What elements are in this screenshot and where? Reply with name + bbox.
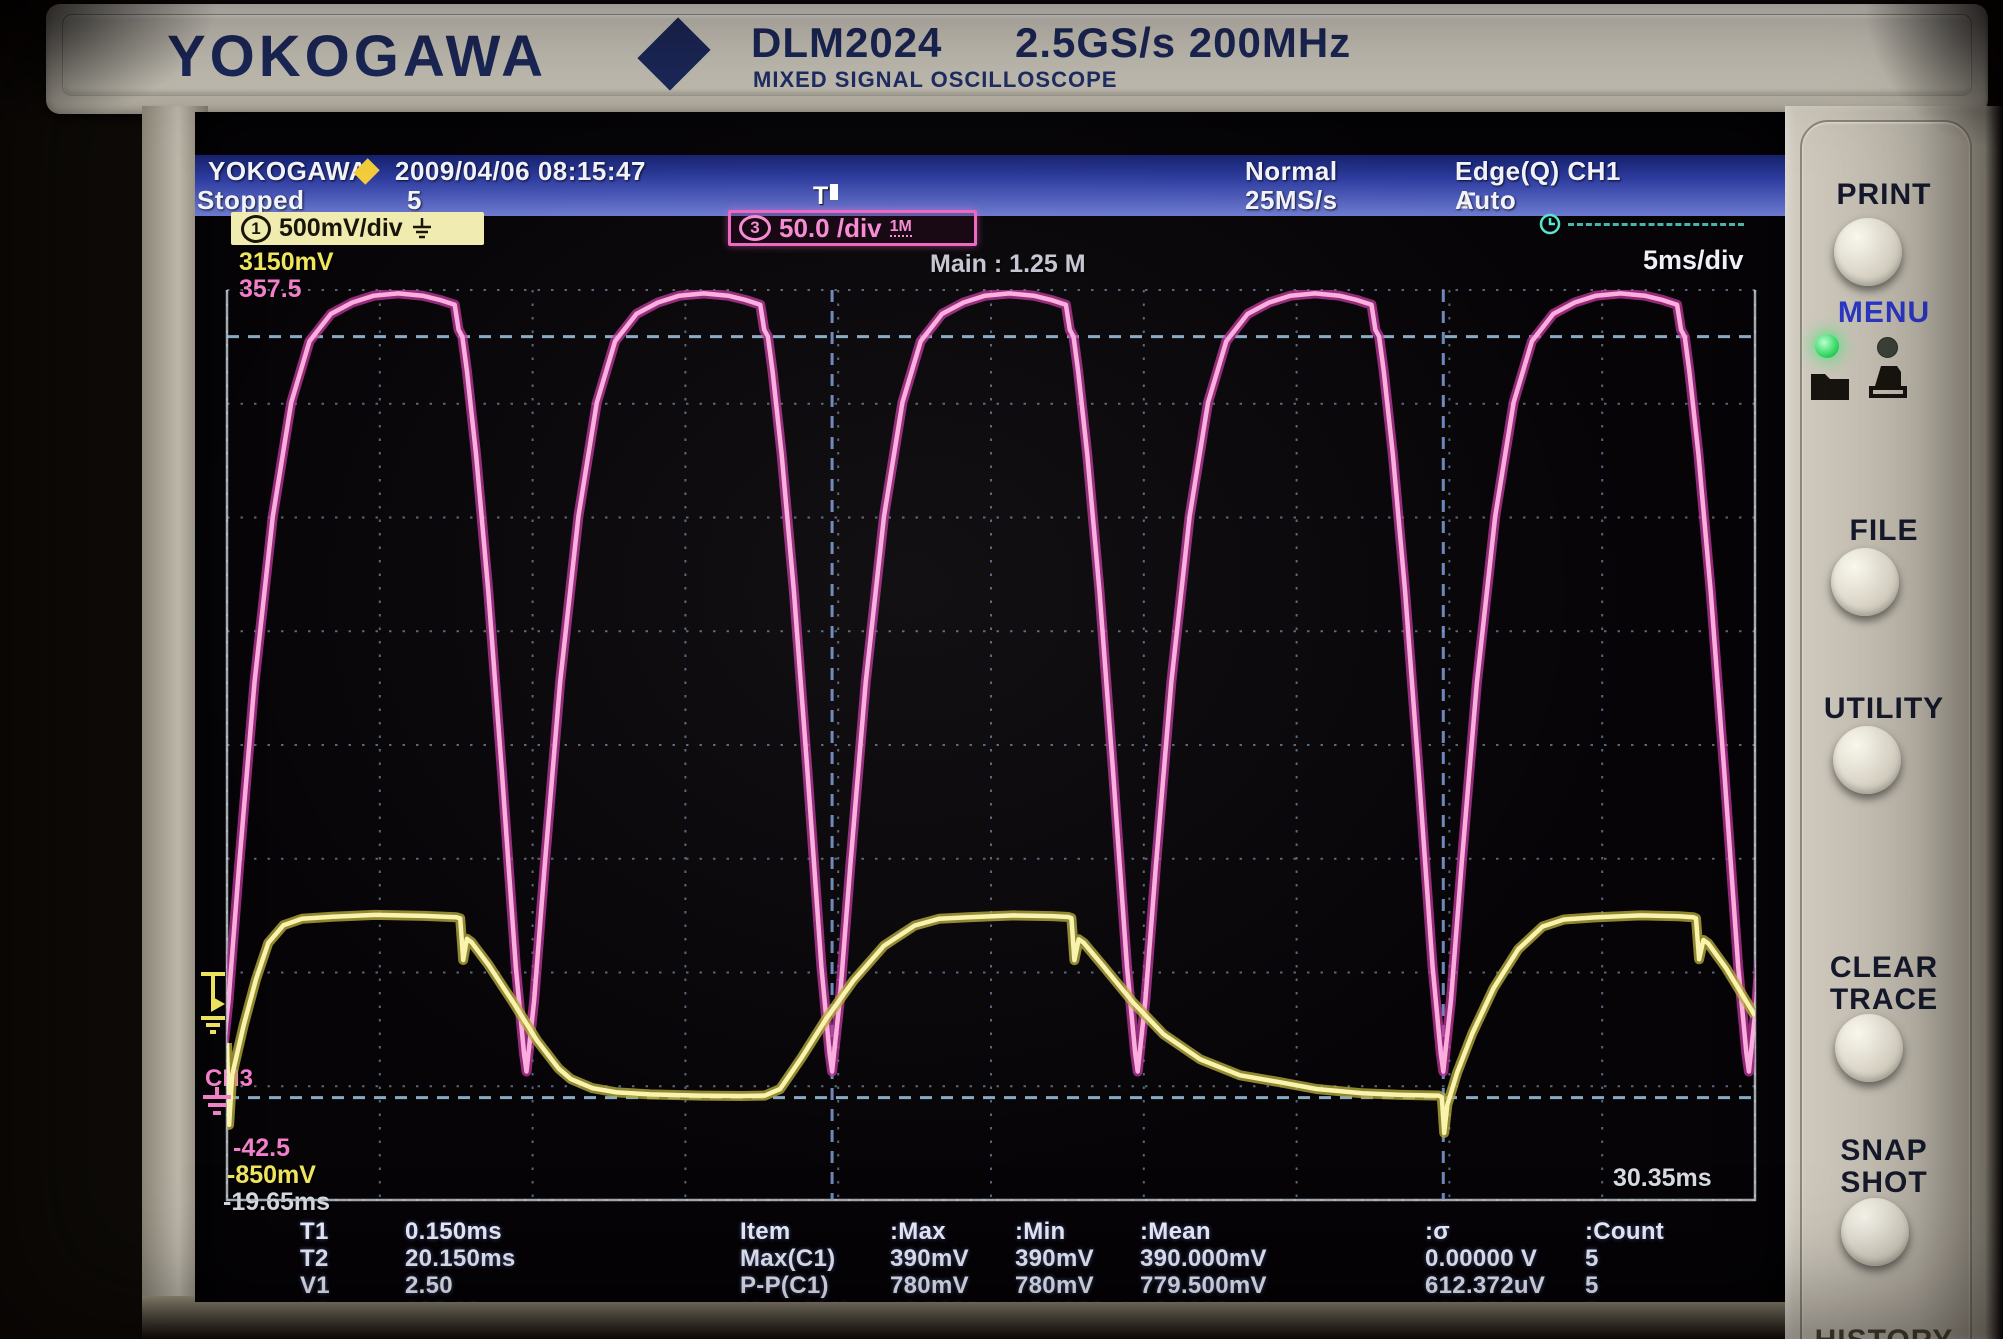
table-header: :Min <box>1015 1218 1066 1245</box>
snap-shot-label-2: SHOT <box>1840 1166 1928 1199</box>
table-header: :Max <box>890 1218 946 1245</box>
table-cell: 612.372uV <box>1425 1272 1546 1299</box>
print-label: PRINT <box>1836 178 1932 211</box>
history-label: HISTORY <box>1785 1324 1983 1339</box>
waveforms <box>227 290 1755 1138</box>
utility-button[interactable] <box>1833 726 1901 794</box>
model-subtitle: MIXED SIGNAL OSCILLOSCOPE <box>753 67 1118 92</box>
cursor-label: T2 <box>300 1245 329 1272</box>
photo-shadow <box>0 0 220 130</box>
menu-led-on-icon <box>1815 334 1839 358</box>
menu-led-off-icon <box>1877 337 1898 358</box>
file-label: FILE <box>1849 514 1919 547</box>
table-cell: 390mV <box>1015 1245 1094 1272</box>
model-number: DLM2024 <box>751 19 943 66</box>
clear-trace-label-2: TRACE <box>1829 983 1939 1016</box>
table-cell: 5 <box>1585 1272 1599 1299</box>
table-cell: 0.00000 V <box>1425 1245 1538 1272</box>
model-specs: 2.5GS/s 200MHz <box>1015 19 1352 66</box>
table-cell: 48.2209mV <box>1140 1299 1267 1302</box>
table-cell: 780mV <box>1015 1272 1094 1299</box>
table-cell: 424.285uV <box>1425 1299 1545 1302</box>
table-cell: 390.000mV <box>1140 1245 1267 1272</box>
oscilloscope-photo: { "device": { "brand": "YOKOGAWA", "mode… <box>0 0 2003 1339</box>
table-cell: 5 <box>1585 1245 1599 1272</box>
table-header: :Mean <box>1140 1218 1211 1245</box>
cursor-value: 337.03 <box>405 1299 480 1302</box>
brand-diamond-icon <box>637 17 711 91</box>
top-bezel-plate: YOKOGAWA DLM2024 2.5GS/s 200MHz MIXED SI… <box>46 4 1988 114</box>
cursor-label: V2 <box>300 1299 330 1302</box>
table-cell: 779.500mV <box>1140 1272 1267 1299</box>
clear-trace-button[interactable] <box>1835 1014 1903 1082</box>
menu-label: MENU <box>1837 296 1931 329</box>
table-cell: Mean(C1) <box>740 1299 850 1302</box>
folder-icon <box>1811 374 1849 400</box>
table-cell: 5 <box>1585 1299 1599 1302</box>
logo-plate: YOKOGAWA DLM2024 2.5GS/s 200MHz MIXED SI… <box>62 14 1972 96</box>
bottom-bezel <box>142 1296 1793 1339</box>
cursor-value: 2.50 <box>405 1272 453 1299</box>
snap-shot-label-1: SNAP <box>1840 1134 1928 1167</box>
cursor-value: 20.150ms <box>405 1245 516 1272</box>
table-cell: 390mV <box>890 1245 969 1272</box>
brand-logo: YOKOGAWA <box>167 24 548 89</box>
cursor-label: T1 <box>300 1218 329 1245</box>
table-header: :σ <box>1425 1218 1451 1245</box>
graticule-grid <box>226 289 1756 1201</box>
printer-icon <box>1869 366 1907 398</box>
file-button[interactable] <box>1831 548 1899 616</box>
photo-shadow <box>1863 0 2003 150</box>
right-control-panel: PRINT MENU FILE UTILITY CLEAR TRACE SNAP… <box>1785 106 2003 1339</box>
cursor-value: 0.150ms <box>405 1218 502 1245</box>
cursor-label: V1 <box>300 1272 330 1299</box>
waveform-plot <box>201 289 1757 1202</box>
table-cell: 780mV <box>890 1272 969 1299</box>
table-cell: P-P(C1) <box>740 1272 829 1299</box>
oscilloscope-screen: YOKOGAWA 2009/04/06 08:15:47 Stopped 5 N… <box>195 112 1785 1302</box>
table-cell: Max(C1) <box>740 1245 836 1272</box>
table-cell: 48.5691mV <box>890 1299 1017 1302</box>
table-header: :Count <box>1585 1218 1665 1245</box>
ch1-ground-marker-icon <box>201 972 225 1034</box>
photo-shadow <box>1985 0 2003 1339</box>
snap-shot-button[interactable] <box>1841 1198 1909 1266</box>
table-header: Item <box>740 1218 791 1245</box>
utility-label: UTILITY <box>1823 692 1945 725</box>
table-cell: 47.4230mV <box>1015 1299 1142 1302</box>
clear-trace-label-1: CLEAR <box>1829 951 1939 984</box>
print-button[interactable] <box>1834 218 1902 286</box>
ch3-trace <box>227 291 1755 1074</box>
ch3-trace-glow <box>227 290 1755 1077</box>
